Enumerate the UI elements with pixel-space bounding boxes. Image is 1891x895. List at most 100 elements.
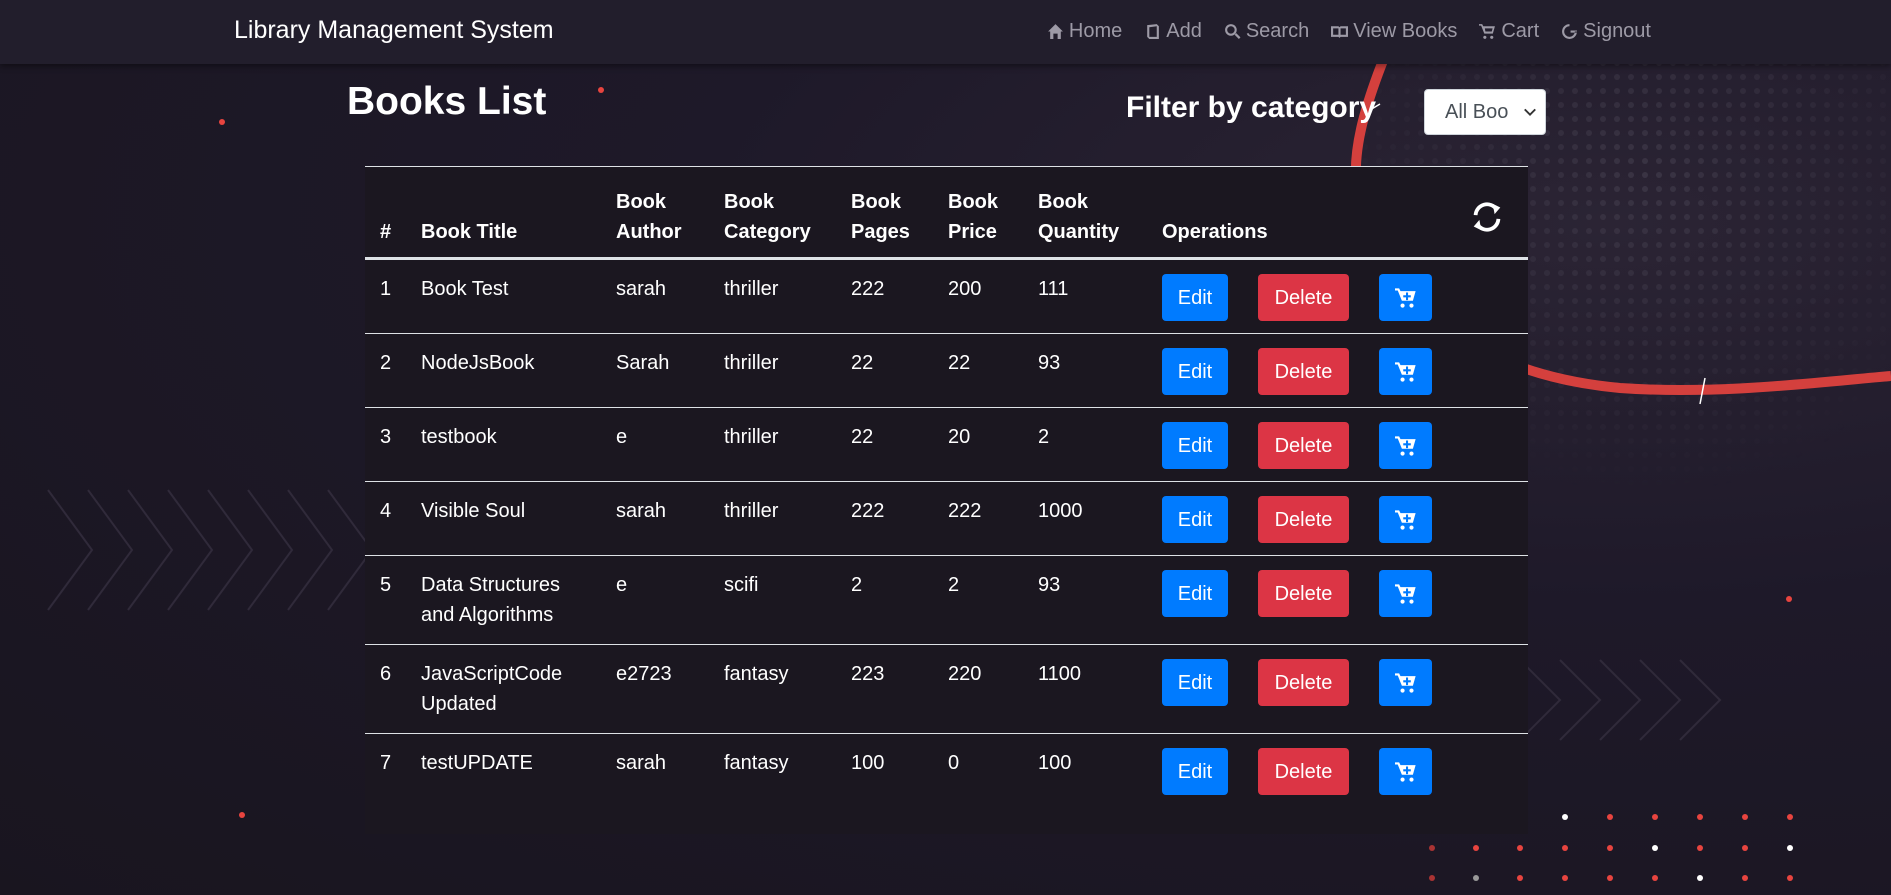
table-header-row: # Book Title Book Author Book Category B…: [365, 166, 1528, 260]
cell-index: 6: [365, 644, 406, 734]
cell-category: thriller: [709, 407, 836, 482]
cell-price: 20: [933, 407, 1023, 482]
edit-button[interactable]: Edit: [1162, 748, 1228, 795]
cell-index: 4: [365, 481, 406, 556]
table-row: 2 NodeJsBook Sarah thriller 22 22 93 Edi…: [365, 333, 1528, 408]
book-icon: [1147, 24, 1160, 39]
cell-title: testUPDATE: [406, 733, 601, 807]
cell-operations: Edit Delete: [1147, 555, 1528, 645]
delete-button[interactable]: Delete: [1258, 570, 1349, 617]
nav-cart-label: Cart: [1501, 20, 1540, 42]
add-to-cart-button[interactable]: [1379, 496, 1432, 543]
edit-button[interactable]: Edit: [1162, 659, 1228, 706]
cell-operations: Edit Delete: [1147, 481, 1528, 556]
cell-index: 2: [365, 333, 406, 408]
cart-icon: [1394, 672, 1416, 693]
cell-pages: 22: [836, 407, 933, 482]
cell-category: scifi: [709, 555, 836, 645]
nav-search[interactable]: Search: [1224, 20, 1309, 43]
add-to-cart-button[interactable]: [1379, 659, 1432, 706]
cell-category: thriller: [724, 278, 779, 300]
table-row: 3 testbook e thriller 22 20 2 Edit Delet…: [365, 407, 1528, 482]
cell-price: 2: [933, 555, 1023, 645]
cell-author: e2723: [601, 644, 709, 734]
delete-button[interactable]: Delete: [1258, 659, 1349, 706]
cell-title: Book Test: [421, 278, 509, 300]
header-pages: Book Pages: [836, 166, 933, 260]
cart-icon: [1394, 435, 1416, 456]
cell-operations: Edit Delete: [1147, 644, 1528, 734]
nav-home-label: Home: [1068, 20, 1123, 42]
cell-price: 222: [933, 481, 1023, 556]
cell-price: 200: [948, 278, 982, 300]
cell-pages: 22: [836, 333, 933, 408]
add-to-cart-button[interactable]: [1379, 570, 1432, 617]
search-icon: [1224, 24, 1241, 39]
cell-quantity: 2: [1023, 407, 1147, 482]
cart-icon: [1394, 761, 1416, 782]
nav-add[interactable]: Add: [1144, 20, 1202, 43]
page-title: Books List: [347, 80, 547, 123]
cell-author: Sarah: [601, 333, 709, 408]
nav-cart[interactable]: Cart: [1479, 20, 1539, 43]
header-title: Book Title: [406, 166, 601, 260]
brand-title[interactable]: Library Management System: [234, 16, 554, 45]
open-book-icon: [1331, 26, 1349, 38]
nav-links: Home Add Search View Books Cart Signout: [1047, 20, 1651, 43]
edit-button[interactable]: Edit: [1162, 348, 1228, 395]
cell-category: thriller: [709, 481, 836, 556]
cell-index: 5: [365, 555, 406, 645]
cart-icon: [1479, 24, 1496, 39]
edit-button[interactable]: Edit: [1162, 274, 1228, 321]
cell-pages: 222: [836, 481, 933, 556]
nav-home[interactable]: Home: [1047, 20, 1122, 43]
nav-view-books[interactable]: View Books: [1331, 20, 1457, 43]
add-to-cart-button[interactable]: [1379, 748, 1432, 795]
add-to-cart-button[interactable]: [1379, 422, 1432, 469]
cell-quantity: 111: [1038, 278, 1069, 300]
table-row: 4 Visible Soul sarah thriller 222 222 10…: [365, 481, 1528, 556]
delete-button[interactable]: Delete: [1258, 496, 1349, 543]
chevron-down-icon: [1524, 108, 1536, 116]
category-filter-select[interactable]: All Boo: [1424, 89, 1546, 135]
delete-button[interactable]: Delete: [1258, 422, 1349, 469]
cell-category: fantasy: [709, 644, 836, 734]
cell-category: fantasy: [709, 733, 836, 807]
cell-price: 22: [933, 333, 1023, 408]
cart-icon: [1394, 361, 1416, 382]
navbar: Library Management System Home Add Searc…: [0, 0, 1891, 64]
edit-button[interactable]: Edit: [1162, 422, 1228, 469]
books-table: # Book Title Book Author Book Category B…: [365, 166, 1528, 807]
filter-selected-value: All Boo: [1445, 100, 1509, 123]
books-table-panel: # Book Title Book Author Book Category B…: [365, 166, 1528, 834]
nav-search-label: Search: [1245, 20, 1310, 42]
add-to-cart-button[interactable]: [1379, 274, 1432, 321]
delete-button[interactable]: Delete: [1258, 274, 1349, 321]
nav-add-label: Add: [1166, 20, 1202, 42]
delete-button[interactable]: Delete: [1258, 748, 1349, 795]
cell-title: NodeJsBook: [406, 333, 601, 408]
cell-price: 0: [933, 733, 1023, 807]
refresh-icon[interactable]: [1468, 198, 1506, 236]
cell-author: e: [601, 555, 709, 645]
cell-index: 3: [365, 407, 406, 482]
table-row: 1 Book Test sarah thriller 222 200 111 E…: [365, 259, 1528, 334]
header-category: Book Category: [709, 166, 836, 260]
add-to-cart-button[interactable]: [1379, 348, 1432, 395]
cell-pages: 100: [836, 733, 933, 807]
cell-pages: 223: [836, 644, 933, 734]
cell-quantity: 1100: [1023, 644, 1147, 734]
edit-button[interactable]: Edit: [1162, 496, 1228, 543]
cell-operations: Edit Delete: [1147, 407, 1528, 482]
delete-button[interactable]: Delete: [1258, 348, 1349, 395]
nav-signout[interactable]: Signout: [1561, 20, 1651, 43]
header-price: Book Price: [933, 166, 1023, 260]
cell-author: sarah: [601, 481, 709, 556]
edit-button[interactable]: Edit: [1162, 570, 1228, 617]
cell-quantity: 1000: [1023, 481, 1147, 556]
cell-author: sarah: [616, 278, 667, 300]
cell-author: sarah: [601, 733, 709, 807]
cell-title: Visible Soul: [406, 481, 601, 556]
chevron-pattern-left: [47, 489, 374, 611]
cell-operations: Edit Delete: [1147, 333, 1528, 408]
